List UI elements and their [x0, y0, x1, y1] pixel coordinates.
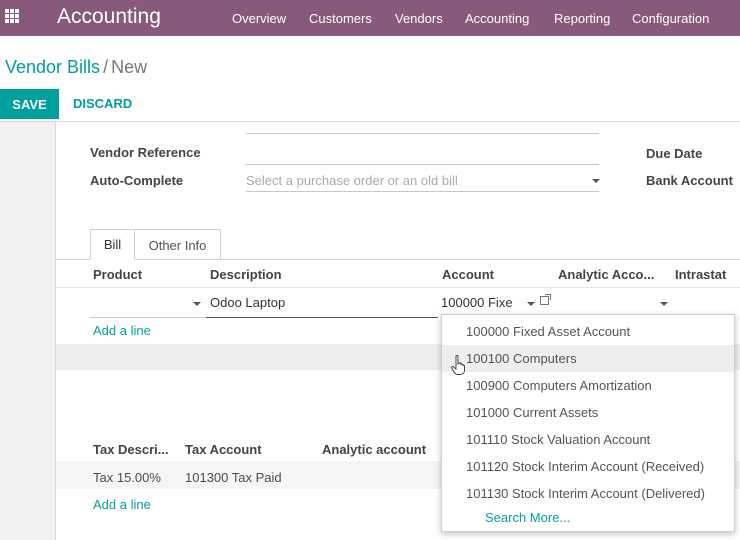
vendor-reference-input[interactable] [246, 164, 599, 165]
search-more-link[interactable]: Search More... [442, 504, 734, 531]
tax-description-cell: Tax 15.00% [93, 470, 161, 485]
chevron-down-icon[interactable] [193, 302, 201, 306]
tab-other-info[interactable]: Other Info [135, 229, 221, 260]
description-input[interactable]: Odoo Laptop [206, 287, 438, 318]
field-underline [246, 191, 599, 192]
add-tax-line-link[interactable]: Add a line [93, 497, 151, 512]
tab-bill[interactable]: Bill [90, 229, 135, 260]
breadcrumb: Vendor Bills / New [5, 57, 147, 78]
apps-menu-icon[interactable] [5, 9, 20, 24]
dropdown-option[interactable]: 100100 Computers [442, 345, 734, 372]
auto-complete-input[interactable]: Select a purchase order or an old bill [246, 173, 458, 188]
column-tax-account[interactable]: Tax Account [185, 442, 262, 457]
menu-customers[interactable]: Customers [309, 11, 372, 26]
column-tax-description[interactable]: Tax Descri... [93, 442, 169, 457]
dropdown-option[interactable]: 100900 Computers Amortization [442, 372, 734, 399]
breadcrumb-separator: / [103, 57, 109, 77]
auto-complete-label: Auto-Complete [90, 173, 184, 188]
dropdown-option[interactable]: 101130 Stock Interim Account (Delivered) [442, 480, 734, 507]
column-product[interactable]: Product [93, 267, 142, 282]
breadcrumb-vendor-bills[interactable]: Vendor Bills [5, 57, 100, 77]
control-panel: Vendor Bills / New SAVE DISCARD [0, 36, 740, 122]
chevron-down-icon[interactable] [527, 302, 535, 306]
bank-account-label: Bank Account [646, 173, 733, 188]
breadcrumb-current: New [111, 57, 148, 77]
dropdown-option[interactable]: 100000 Fixed Asset Account [442, 318, 734, 345]
add-line-link[interactable]: Add a line [93, 323, 151, 338]
column-account[interactable]: Account [442, 267, 494, 282]
external-link-icon[interactable] [540, 294, 551, 305]
account-dropdown: 100000 Fixed Asset Account 100100 Comput… [441, 314, 735, 532]
dropdown-option[interactable]: 101110 Stock Valuation Account [442, 426, 734, 453]
hand-cursor-icon [451, 355, 465, 375]
column-intrastat[interactable]: Intrastat [675, 267, 726, 282]
tax-account-cell: 101300 Tax Paid [185, 470, 282, 485]
dropdown-option[interactable]: 101000 Current Assets [442, 399, 734, 426]
top-navbar: Accounting Overview Customers Vendors Ac… [0, 0, 740, 36]
column-analytic-account[interactable]: Analytic Acco... [558, 267, 654, 282]
description-value: Odoo Laptop [210, 295, 286, 310]
vendor-reference-label: Vendor Reference [90, 145, 201, 160]
dropdown-option[interactable]: 101120 Stock Interim Account (Received) [442, 453, 734, 480]
menu-overview[interactable]: Overview [232, 11, 286, 26]
app-name[interactable]: Accounting [57, 5, 161, 29]
menu-reporting[interactable]: Reporting [554, 11, 610, 26]
column-description[interactable]: Description [210, 267, 282, 282]
column-tax-analytic-account[interactable]: Analytic account [322, 442, 426, 457]
due-date-label: Due Date [646, 146, 703, 161]
chevron-down-icon[interactable] [660, 302, 668, 306]
product-input[interactable] [90, 287, 206, 318]
account-value: 100000 Fixe [441, 295, 513, 310]
menu-vendors[interactable]: Vendors [395, 11, 443, 26]
discard-button[interactable]: DISCARD [73, 96, 132, 111]
field-underline [246, 133, 599, 134]
save-button[interactable]: SAVE [0, 89, 59, 119]
menu-accounting[interactable]: Accounting [465, 11, 529, 26]
chevron-down-icon[interactable] [592, 179, 600, 183]
menu-configuration[interactable]: Configuration [632, 11, 709, 26]
